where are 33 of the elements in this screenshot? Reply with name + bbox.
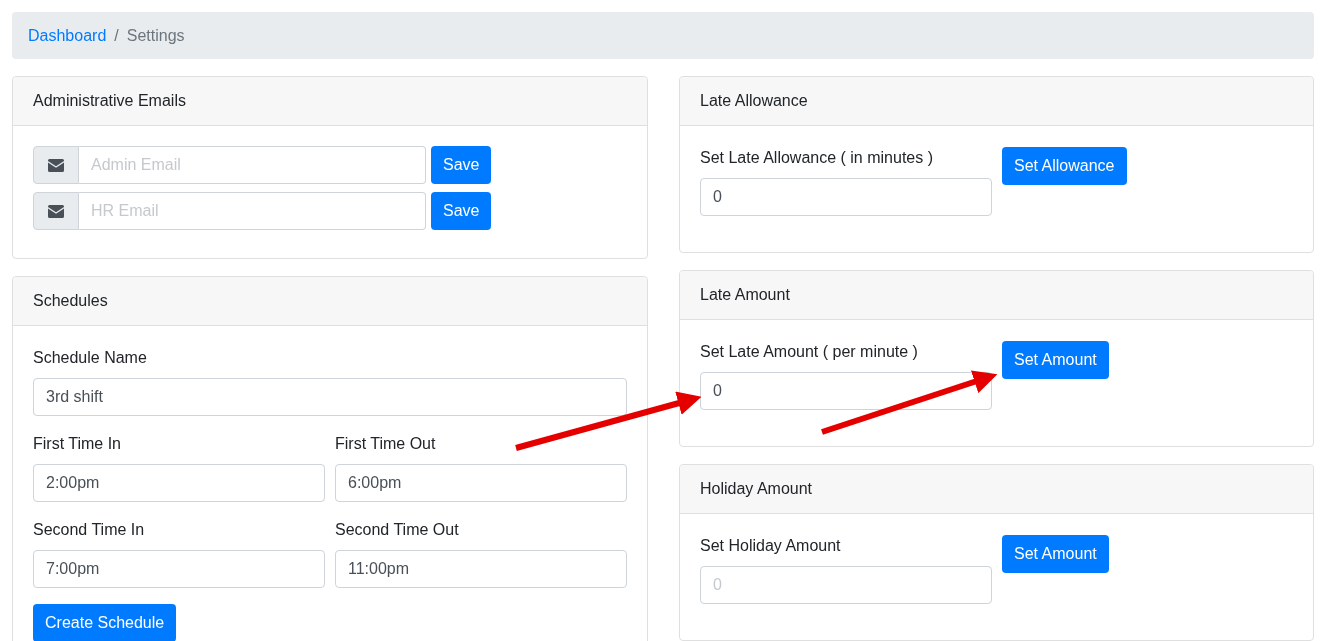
card-title: Late Amount [700,285,790,305]
field-label: First Time In [33,434,122,454]
field-label: First Time Out [335,434,437,454]
envelope-icon [48,204,64,218]
breadcrumb-separator: / [114,25,119,46]
set-button[interactable]: Set Allowance [1002,147,1127,185]
card-title: Schedules [33,291,108,311]
input-field[interactable]: 0 [700,566,992,604]
set-button[interactable]: Set Amount [1002,341,1109,379]
card-title: Late Allowance [700,91,808,111]
card-title: Administrative Emails [33,91,186,111]
input-field[interactable]: 7:00pm [33,550,325,588]
input-field[interactable]: 0 [700,372,992,410]
card-title: Holiday Amount [700,479,813,499]
email-input-field[interactable]: HR Email [79,192,426,230]
field-label: Second Time In [33,520,146,540]
field-label: Set Holiday Amount [700,536,842,556]
email-input-field[interactable]: Admin Email [79,146,426,184]
save-button[interactable]: Save [431,192,492,230]
field-label: Set Late Amount ( per minute ) [700,342,919,362]
create-schedule-button[interactable]: Create Schedule [33,604,177,641]
input-field[interactable]: 11:00pm [335,550,627,588]
envelope-icon [48,158,64,172]
breadcrumb-current: Settings [126,25,185,46]
save-button[interactable]: Save [431,146,492,184]
field-label: Set Late Allowance ( in minutes ) [700,148,934,168]
input-field[interactable]: 0 [700,178,992,216]
field-label: Second Time Out [335,520,460,540]
field-label: Schedule Name [33,348,148,368]
input-field[interactable]: 6:00pm [335,464,627,502]
set-button[interactable]: Set Amount [1002,535,1109,573]
input-field[interactable]: 3rd shift [33,378,627,416]
input-field[interactable]: 2:00pm [33,464,325,502]
